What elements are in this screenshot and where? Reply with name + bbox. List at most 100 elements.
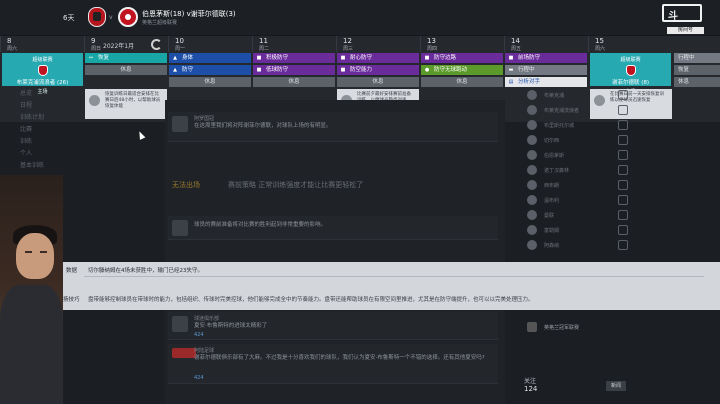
- session-recovery[interactable]: ↔ 恢复: [85, 53, 167, 63]
- list-item[interactable]: 布里斯托尔城: [520, 118, 630, 133]
- nav-item[interactable]: 训练计划: [0, 112, 80, 124]
- ball-icon: ●: [424, 67, 430, 73]
- month-label: 2022年1月: [103, 43, 135, 50]
- session-rest[interactable]: 休息: [674, 77, 720, 87]
- club-crest-icon: [527, 120, 537, 130]
- tactics-icon: ■: [508, 55, 514, 61]
- status-badge: 无法出场: [172, 181, 200, 189]
- session-rest[interactable]: 休息: [337, 77, 419, 87]
- clipboard-icon: ▤: [508, 79, 514, 85]
- club-crest-icon: [527, 150, 537, 160]
- runner-icon: ▲: [173, 55, 177, 61]
- tip-note: 恢复训练日最适合安排在比赛日后48小时，以帮助球员恢复体能: [85, 89, 167, 119]
- session-high-press[interactable]: ■ 前场防守: [505, 53, 587, 63]
- tooltip-label: 扬技巧: [63, 297, 80, 303]
- nav-item[interactable]: 比赛: [0, 124, 80, 136]
- session-aerial[interactable]: ■ 防空能力: [337, 65, 419, 75]
- list-item[interactable]: 曼联: [520, 208, 630, 223]
- nav-item[interactable]: 个人: [0, 148, 80, 160]
- list-item[interactable]: 温布利: [520, 193, 630, 208]
- news-button[interactable]: 新闻: [606, 381, 626, 391]
- like-count[interactable]: 424: [194, 332, 204, 338]
- tooltip-text: 盘带能够控制球员在带球时的能力，包括组织、传球时完美控球，他们能够完成全中的节奏…: [88, 297, 534, 303]
- day-header-15[interactable]: 15 周六: [588, 36, 672, 52]
- list-item[interactable]: 诺丁汉森林: [520, 163, 630, 178]
- session-defending[interactable]: ▲ 防守: [169, 65, 251, 75]
- checkbox-icon: [618, 165, 628, 175]
- feed-post[interactable]: 球迷俱乐部 夏安·布鲁斯特的进球太精彩了 424: [168, 312, 498, 340]
- list-item[interactable]: 西布朗: [520, 178, 630, 193]
- list-item[interactable]: 伯恩茅斯: [520, 148, 630, 163]
- follow-count: 关注 124: [524, 378, 538, 393]
- session-patient-defending[interactable]: ■ 耐心防守: [337, 53, 419, 63]
- nav-item[interactable]: 总览: [0, 88, 80, 100]
- day-header-11[interactable]: 11 周二: [252, 36, 336, 52]
- session-rest[interactable]: 休息: [85, 65, 167, 75]
- day-header-12[interactable]: 12 周三: [336, 36, 420, 52]
- club-crest-icon: [527, 135, 537, 145]
- competition-item[interactable]: 英格兰冠军联赛: [524, 320, 634, 334]
- session-rest[interactable]: 休息: [421, 77, 503, 87]
- match-card-left[interactable]: 超级联赛 布莱克浦流浪者 (26) 主场: [2, 53, 83, 95]
- list-item[interactable]: 布莱克浦: [520, 88, 630, 103]
- list-item[interactable]: 富勒姆: [520, 223, 630, 238]
- club-crest-icon: [527, 90, 537, 100]
- tooltip-label: 数据: [66, 268, 78, 274]
- day-header-14[interactable]: 14 周五: [504, 36, 588, 52]
- session-press-defending[interactable]: ■ 积极防守: [253, 53, 335, 63]
- checkbox-icon: [618, 135, 628, 145]
- session-travel[interactable]: 行程中: [674, 53, 720, 63]
- away-crest-icon: [118, 7, 138, 27]
- avatar: [172, 220, 188, 236]
- checkbox-icon: [618, 240, 628, 250]
- list-item[interactable]: 布莱克浦流浪者: [520, 103, 630, 118]
- match-subtitle: 英格兰超级联赛: [142, 20, 178, 26]
- session-low-block[interactable]: ■ 低球防守: [253, 65, 335, 75]
- club-crest-icon: [527, 105, 537, 115]
- checkbox-icon: [618, 90, 628, 100]
- days-left: 6天: [63, 14, 75, 22]
- session-recovery[interactable]: 恢复: [674, 65, 720, 75]
- attribute-tooltip: 数据 切尔滕纳姆在4场未获胜中，输门已经23失守。 扬技巧 盘带能够控制球员在带…: [0, 262, 720, 310]
- opponent-crest-icon: [37, 65, 48, 76]
- session-off-ball[interactable]: ● 防守无球跑动: [421, 65, 503, 75]
- session-wide-defending[interactable]: ■ 防守边路: [421, 53, 503, 63]
- feed-post[interactable]: 球员的赛前准备将对比赛的胜利起到非常重要的影响。: [168, 216, 498, 240]
- checkbox-icon: [618, 180, 628, 190]
- info-icon: [89, 95, 100, 106]
- home-crest-icon: [88, 7, 106, 27]
- list-item[interactable]: 阿森纳: [520, 238, 630, 253]
- club-crest-icon: [527, 195, 537, 205]
- avatar: [172, 348, 196, 358]
- nav-item[interactable]: 训练: [0, 136, 80, 148]
- opponent-crest-icon: [625, 65, 636, 76]
- stream-logo-icon: 斗: [662, 4, 702, 22]
- tactics-icon: ■: [424, 55, 430, 61]
- tactics-icon: ■: [340, 55, 346, 61]
- checkbox-icon: [618, 120, 628, 130]
- feed-post[interactable]: 阿陆足球 谢菲尔德联俱乐部有了大麻。不过我是十分喜欢我们的球队，我们认为夏安·布…: [168, 344, 498, 384]
- avatar: [172, 316, 188, 332]
- session-rest[interactable]: 休息: [169, 77, 251, 87]
- day-header-10[interactable]: 10 周一: [168, 36, 252, 52]
- session-travel[interactable]: ▬ 行程中: [505, 65, 587, 75]
- feed-post[interactable]: 阿罗国冠 在这周里我们将对阵谢菲尔德联，对球队上场的有明显。: [168, 112, 498, 142]
- checkbox-icon: [618, 105, 628, 115]
- club-crest-icon: [527, 165, 537, 175]
- day-header-8[interactable]: 8 周六: [0, 36, 84, 52]
- list-item[interactable]: 切尔西: [520, 133, 630, 148]
- streamer-webcam: [0, 175, 63, 404]
- match-card-right[interactable]: 超级联赛 谢菲尔德联 (8) 客场: [590, 53, 671, 95]
- match-title[interactable]: 伯恩茅斯(18) v谢菲尔德联(3): [142, 9, 236, 19]
- like-count[interactable]: 424: [194, 375, 204, 381]
- loading-spinner-icon: [151, 39, 162, 50]
- avatar: [172, 116, 188, 132]
- nav-item[interactable]: 日程: [0, 100, 80, 112]
- session-opponent-analysis[interactable]: ▤ 分析对手: [505, 77, 587, 87]
- nav-item[interactable]: 基本训练: [0, 160, 80, 172]
- club-crest-icon: [527, 240, 537, 250]
- session-rest[interactable]: 休息: [253, 77, 335, 87]
- day-header-13[interactable]: 13 周四: [420, 36, 504, 52]
- session-physical[interactable]: ▲ 身体: [169, 53, 251, 63]
- trophy-icon: [527, 322, 537, 332]
